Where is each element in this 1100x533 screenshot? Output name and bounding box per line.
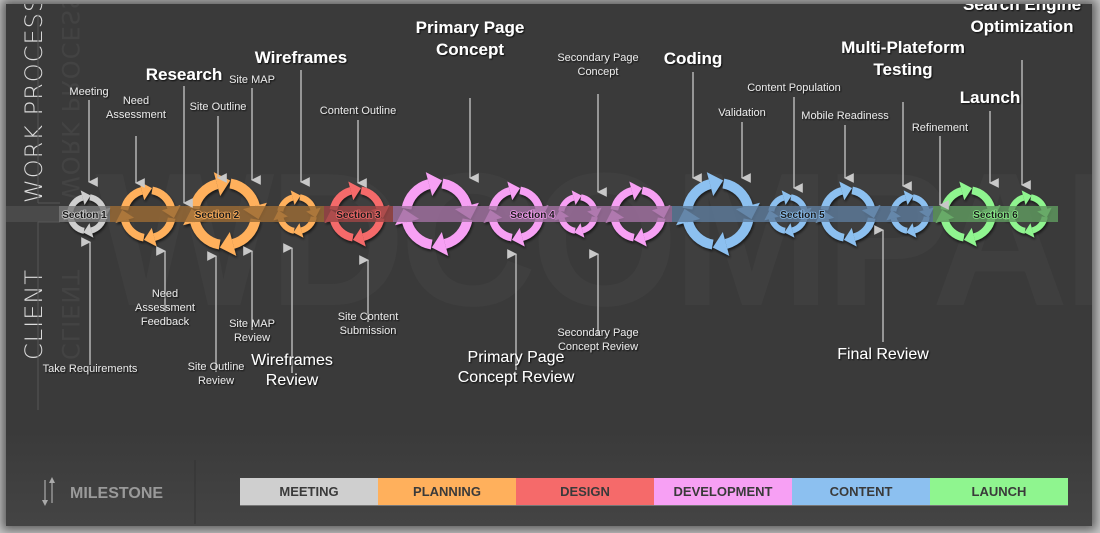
client-reflection: CLIENT (56, 269, 84, 360)
milestone-label-line: Validation (718, 107, 766, 119)
client-milestone: Site Outline Review (188, 361, 245, 387)
milestone-label-line: Site MAP (229, 318, 275, 330)
milestone-label-line: Concept Review (558, 341, 638, 353)
milestone-label-line: Site Outline (190, 101, 247, 113)
milestone-label-line: Review (234, 332, 270, 344)
milestone-label-line: Optimization (971, 17, 1074, 36)
section-segment: Section 5 (672, 206, 933, 222)
milestone-label-line: Concept (436, 40, 504, 59)
milestone-label-line: Coding (664, 49, 723, 68)
process-diagram-frame: WDCOMPANYZ WORK PROCESS WORK PROCESS CLI… (6, 4, 1092, 526)
milestone-label-line: Concept Review (458, 369, 575, 386)
client-label: CLIENT (20, 269, 48, 360)
milestone-label-line: Research (146, 65, 223, 84)
legend-label: PLANNING (413, 484, 481, 499)
client-milestone: Final Review (837, 346, 929, 363)
client-axis-label: CLIENT CLIENT (20, 221, 84, 410)
milestone-label-line: Assessment (135, 302, 195, 314)
milestone-label-line: Wireframes (251, 352, 333, 369)
section-label: Section 5 (780, 210, 825, 221)
milestone-label-line: Submission (340, 325, 397, 337)
legend-item-launch: LAUNCH (930, 478, 1068, 505)
milestone-label-line: Assessment (106, 109, 166, 121)
work-process-milestone: Wireframes (255, 48, 347, 67)
legend-item-content: CONTENT (792, 478, 930, 505)
milestone-label-line: Need (123, 95, 149, 107)
work-process-reflection: WORK PROCESS (56, 4, 84, 200)
work-process-milestone: Primary Page Concept (416, 18, 525, 59)
work-process-milestone: Search Engine Optimization (963, 4, 1081, 36)
legend-label: LAUNCH (972, 484, 1027, 499)
milestone-label-line: Multi-Plateform (841, 38, 965, 57)
work-process-milestone: Meeting (69, 86, 108, 98)
milestone-label-line: Launch (960, 88, 1020, 107)
work-process-axis-label: WORK PROCESS WORK PROCESS (20, 4, 84, 204)
work-process-milestone: Launch (960, 88, 1020, 107)
work-process-milestone: Research (146, 65, 223, 84)
milestone-label-line: Search Engine (963, 4, 1081, 14)
work-process-milestone: Coding (664, 49, 723, 68)
milestone-label-line: Feedback (141, 316, 190, 328)
milestone-label-line: Meeting (69, 86, 108, 98)
work-process-milestone: Content Population (747, 82, 841, 94)
work-process-milestone: Secondary Page Concept (557, 52, 638, 78)
section-label: Section 2 (195, 210, 240, 221)
milestone-label-line: Primary Page (468, 349, 565, 366)
legend-label: MEETING (279, 484, 338, 499)
milestone-label-line: Primary Page (416, 18, 525, 37)
section-segment: Section 6 (933, 206, 1058, 222)
section-bar: Section 1 Section 2 Section 3 Section 4 Sect… (6, 206, 1058, 222)
milestone-label-line: Take Requirements (43, 363, 138, 375)
section-label: Section 4 (510, 210, 555, 221)
section-segment: Section 1 (59, 206, 110, 222)
milestone-label-line: Need (152, 288, 178, 300)
milestone-label-line: Final Review (837, 346, 929, 363)
section-bar-lead (6, 206, 59, 222)
milestone-label-line: Wireframes (255, 48, 347, 67)
work-process-milestone: Mobile Readiness (801, 110, 889, 122)
legend-label: DESIGN (560, 484, 610, 499)
section-label: Section 1 (62, 210, 107, 221)
milestone-label-line: Secondary Page (557, 327, 638, 339)
work-process-milestone: Validation (718, 107, 766, 119)
milestone-label-line: Secondary Page (557, 52, 638, 64)
work-process-milestone: Site Outline (190, 101, 247, 113)
process-diagram: WDCOMPANYZ WORK PROCESS WORK PROCESS CLI… (6, 4, 1092, 526)
milestone-legend-label: MILESTONE (70, 485, 163, 502)
section-segment: Section 4 (393, 206, 672, 222)
legend-item-development: DEVELOPMENT (654, 478, 792, 505)
milestone-label-line: Site Outline (188, 361, 245, 373)
work-process-milestone: Site MAP (229, 74, 275, 86)
section-segment: Section 3 (324, 206, 393, 222)
legend-item-planning: PLANNING (378, 478, 516, 505)
legend-label: CONTENT (830, 484, 893, 499)
milestone-label-line: Refinement (912, 122, 968, 134)
milestone-label-line: Site Content (338, 311, 399, 323)
legend-item-meeting: MEETING (240, 478, 378, 505)
phase-legend: MEETING PLANNING DESIGN DEVELOPMENT CONTENT L… (240, 478, 1068, 506)
client-milestone: Take Requirements (43, 363, 138, 375)
milestone-label-line: Concept (578, 66, 619, 78)
work-process-milestone: Multi-Plateform Testing (841, 38, 965, 79)
milestone-label-line: Content Population (747, 82, 841, 94)
section-label: Section 6 (973, 210, 1018, 221)
legend-item-design: DESIGN (516, 478, 654, 505)
milestone-label-line: Testing (873, 60, 932, 79)
milestone-label-line: Review (266, 372, 319, 389)
work-process-label: WORK PROCESS (20, 4, 48, 203)
milestone-label-line: Review (198, 375, 234, 387)
work-process-milestone: Content Outline (320, 105, 396, 117)
milestone-label-line: Site MAP (229, 74, 275, 86)
milestone-label-line: Mobile Readiness (801, 110, 889, 122)
milestone-label-line: Content Outline (320, 105, 396, 117)
legend-label: DEVELOPMENT (674, 484, 773, 499)
section-label: Section 3 (336, 210, 381, 221)
section-segment: Section 2 (110, 206, 324, 222)
work-process-milestone: Need Assessment (106, 95, 166, 121)
work-process-milestone: Refinement (912, 122, 968, 134)
